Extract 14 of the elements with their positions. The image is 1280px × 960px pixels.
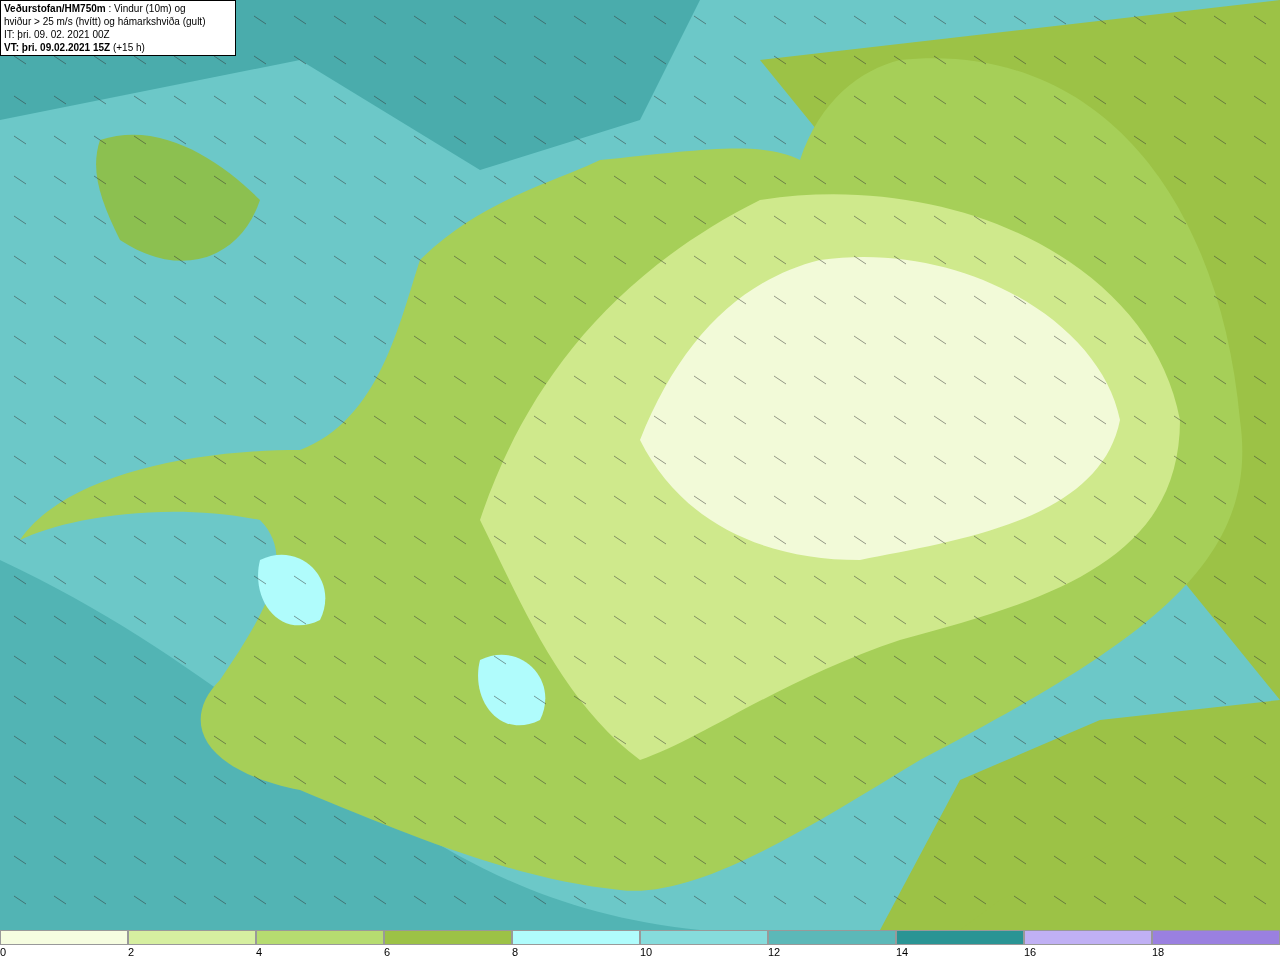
info-line: Veðurstofan/HM750m : Vindur (10m) og	[4, 2, 187, 15]
scale-label: 4	[256, 945, 263, 959]
scale-label: 6	[384, 945, 391, 959]
scale-label: 10	[640, 945, 653, 959]
info-line: IT: þri. 09. 02. 2021 00Z	[4, 28, 111, 41]
scale-label: 8	[512, 945, 519, 959]
scale-label: 12	[768, 945, 781, 959]
scale-label: 2	[128, 945, 135, 959]
info-line: hviður > 25 m/s (hvítt) og hámarkshviða (gult)	[4, 15, 207, 28]
scale-label: 18	[1152, 945, 1165, 959]
scale-label: 14	[896, 945, 909, 959]
info-line: VT: þri. 09.02.2021 15Z (+15 h)	[4, 41, 146, 54]
scale-label: 16	[1024, 945, 1037, 959]
scale-label: 0	[0, 945, 7, 959]
